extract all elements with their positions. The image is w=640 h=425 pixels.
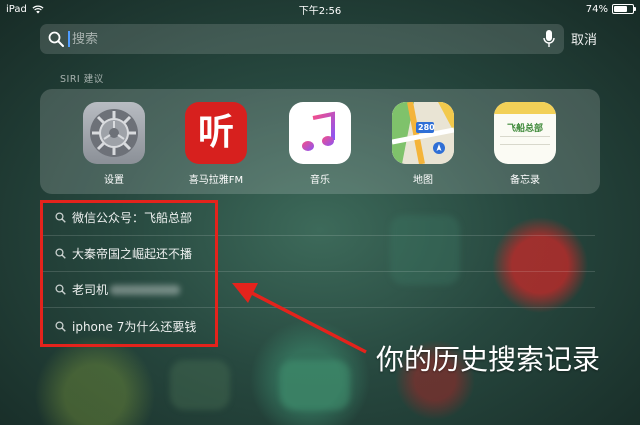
siri-suggestions-panel: 设置 听 喜马拉雅FM 音乐 280 地图 飞船总部 备忘录: [40, 89, 600, 194]
text-caret: [68, 31, 70, 47]
notes-icon: 飞船总部: [494, 102, 556, 164]
app-notes[interactable]: 飞船总部 备忘录: [487, 102, 563, 186]
siri-suggestions-label: SIRI 建议: [60, 74, 104, 85]
search-icon: [48, 31, 64, 47]
notes-logo-text: 飞船总部: [506, 124, 543, 134]
music-note-icon: [289, 102, 351, 164]
app-label: 地图: [413, 175, 433, 186]
notes-header-strip: [494, 102, 556, 114]
map-icon: 280: [392, 102, 454, 164]
app-label: 备忘录: [510, 175, 540, 186]
battery-icon: [612, 4, 636, 14]
wifi-icon: [32, 5, 44, 14]
wallpaper-blob: [280, 360, 350, 410]
microphone-icon[interactable]: [542, 29, 556, 49]
annotation-caption: 你的历史搜索记录: [376, 343, 601, 376]
gear-icon: [83, 102, 145, 164]
battery-fill: [614, 6, 628, 12]
app-label: 喜马拉雅FM: [188, 175, 244, 186]
status-bar: iPad 下午2:56 74%: [0, 0, 640, 18]
ximalaya-logo-text: 听: [197, 112, 234, 153]
app-music[interactable]: 音乐: [282, 102, 358, 186]
device-name: iPad: [6, 3, 27, 15]
app-settings[interactable]: 设置: [76, 102, 152, 186]
map-road-number: 280: [418, 123, 435, 132]
wallpaper-blob: [170, 360, 230, 410]
spotlight-search-bar[interactable]: [40, 24, 564, 54]
app-label: 音乐: [310, 175, 330, 186]
search-input[interactable]: [72, 31, 542, 47]
app-label: 设置: [104, 175, 124, 186]
notes-rule-line: [500, 144, 550, 145]
ximalaya-icon: 听: [185, 102, 247, 164]
history-highlight-box: [40, 200, 218, 347]
status-time: 下午2:56: [298, 5, 342, 17]
battery-percent: 74%: [585, 3, 608, 15]
notes-rule-line: [500, 136, 550, 137]
app-maps[interactable]: 280 地图: [385, 102, 461, 186]
cancel-button[interactable]: 取消: [571, 29, 597, 48]
app-ximalaya[interactable]: 听 喜马拉雅FM: [178, 102, 254, 186]
